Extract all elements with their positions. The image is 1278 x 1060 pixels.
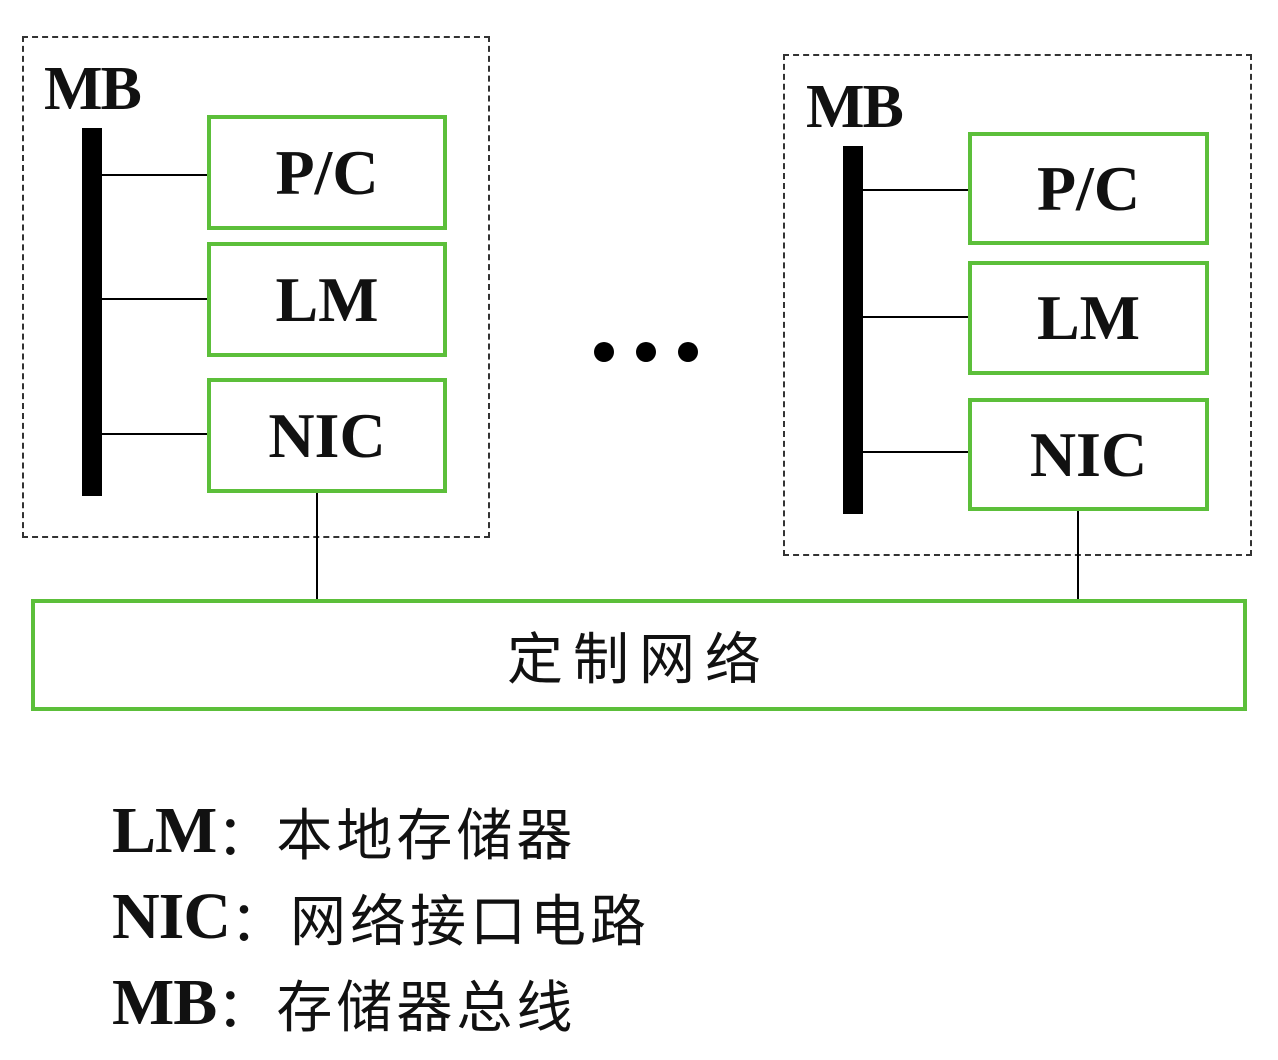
- legend: LM：本地存储器 NIC：网络接口电路 MB：存储器总线: [112, 788, 650, 1046]
- node-1-nic-connector: [102, 433, 208, 435]
- node-1-lm-box: LM: [207, 242, 447, 357]
- node-2-pc-box: P/C: [968, 132, 1209, 245]
- legend-key: LM: [112, 794, 217, 867]
- node-2-lm-connector: [863, 316, 969, 318]
- node-1-network-link: [316, 493, 318, 601]
- ellipsis-dot: [678, 342, 698, 362]
- node-1-memory-bus: [82, 128, 102, 496]
- node-2-network-link: [1077, 511, 1079, 601]
- custom-network-box: 定制网络: [31, 599, 1247, 711]
- node-1-lm-connector: [102, 298, 208, 300]
- node-2-lm-box: LM: [968, 261, 1209, 375]
- ellipsis-dot: [594, 342, 614, 362]
- node-2-memory-bus: [843, 146, 863, 514]
- ellipsis-dot: [636, 342, 656, 362]
- legend-description: 本地存储器: [276, 803, 577, 869]
- node-1-bus-label: MB: [44, 55, 142, 123]
- legend-item-nic: NIC：网络接口电路: [112, 874, 650, 960]
- legend-key: NIC: [112, 880, 231, 953]
- legend-item-mb: MB：存储器总线: [112, 960, 650, 1046]
- legend-separator: ：: [216, 803, 277, 869]
- legend-separator: ：: [216, 975, 277, 1041]
- node-2-nic-connector: [863, 451, 969, 453]
- legend-description: 存储器总线: [276, 975, 577, 1041]
- node-1-nic-box: NIC: [207, 378, 447, 493]
- node-2-bus-label: MB: [806, 73, 904, 141]
- legend-description: 网络接口电路: [290, 889, 651, 955]
- legend-item-lm: LM：本地存储器: [112, 788, 650, 874]
- node-1-pc-box: P/C: [207, 115, 447, 230]
- legend-separator: ：: [230, 889, 291, 955]
- node-2-nic-box: NIC: [968, 398, 1209, 511]
- legend-key: MB: [112, 966, 217, 1039]
- node-1-pc-connector: [102, 174, 208, 176]
- more-nodes-ellipsis: [594, 342, 698, 362]
- node-2-pc-connector: [863, 189, 969, 191]
